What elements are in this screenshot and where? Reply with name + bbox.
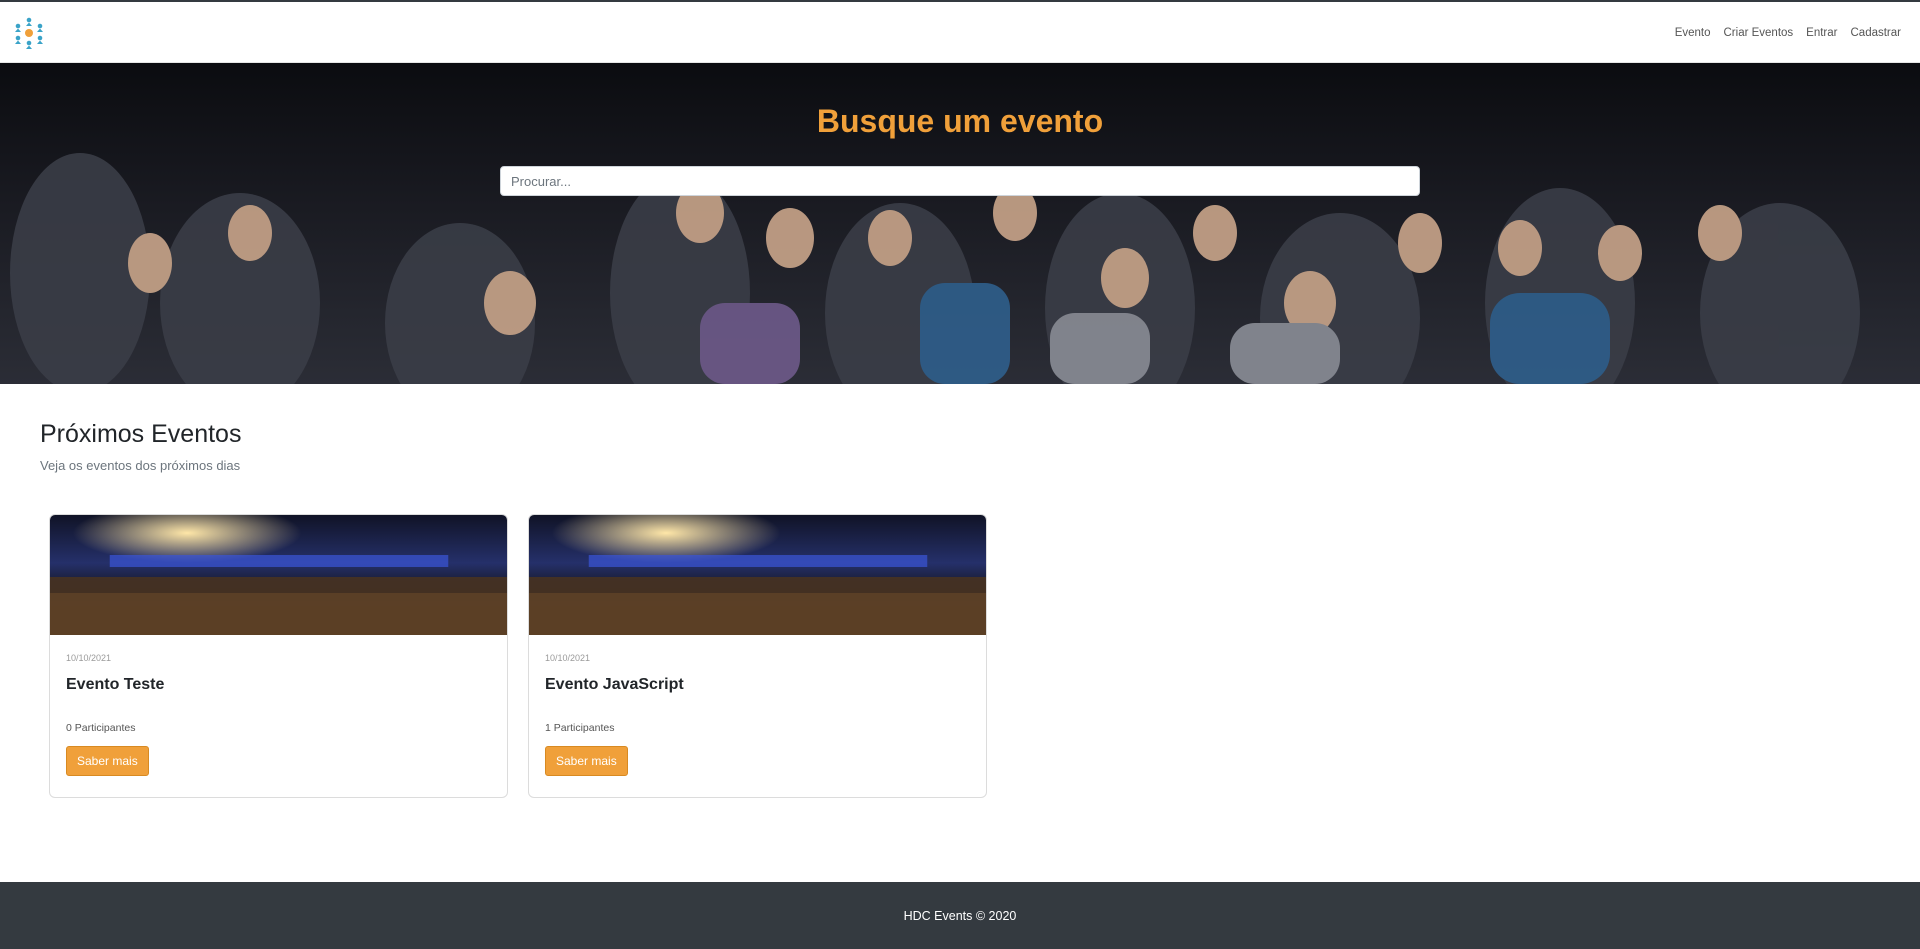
event-image [50, 515, 507, 635]
section-subtitle: Veja os eventos dos próximos dias [40, 458, 241, 473]
nav-link-evento[interactable]: Evento [1675, 27, 1711, 39]
nav-link-criar-eventos[interactable]: Criar Eventos [1724, 27, 1794, 39]
event-image [529, 515, 986, 635]
navbar: Evento Criar Eventos Entrar Cadastrar [0, 2, 1920, 63]
footer-text: HDC Events © 2020 [903, 908, 1017, 923]
card-body: 10/10/2021 Evento Teste 0 Participantes … [66, 653, 491, 776]
section-title: Próximos Eventos [40, 420, 242, 448]
event-date: 10/10/2021 [66, 653, 112, 663]
nav-link-entrar[interactable]: Entrar [1806, 27, 1837, 39]
event-participants: 0 Participantes [66, 722, 136, 734]
saber-mais-button[interactable]: Saber mais [545, 746, 628, 776]
card-body: 10/10/2021 Evento JavaScript 1 Participa… [545, 653, 970, 776]
saber-mais-button[interactable]: Saber mais [66, 746, 149, 776]
event-cards: 10/10/2021 Evento Teste 0 Participantes … [49, 514, 987, 798]
hero-title: Busque um evento [816, 103, 1104, 139]
hero-banner: Busque um evento [0, 63, 1920, 384]
people-network-logo-icon[interactable] [12, 16, 46, 50]
nav-link-cadastrar[interactable]: Cadastrar [1851, 27, 1902, 39]
search-input[interactable] [500, 166, 1420, 196]
event-card: 10/10/2021 Evento Teste 0 Participantes … [49, 514, 508, 798]
event-title: Evento JavaScript [545, 676, 684, 693]
event-card: 10/10/2021 Evento JavaScript 1 Participa… [528, 514, 987, 798]
nav-links: Evento Criar Eventos Entrar Cadastrar [1675, 2, 1901, 63]
event-participants: 1 Participantes [545, 722, 615, 734]
event-date: 10/10/2021 [545, 653, 591, 663]
event-title: Evento Teste [66, 676, 165, 693]
footer: HDC Events © 2020 [0, 882, 1920, 949]
events-section: Próximos Eventos Veja os eventos dos pró… [40, 420, 1880, 473]
